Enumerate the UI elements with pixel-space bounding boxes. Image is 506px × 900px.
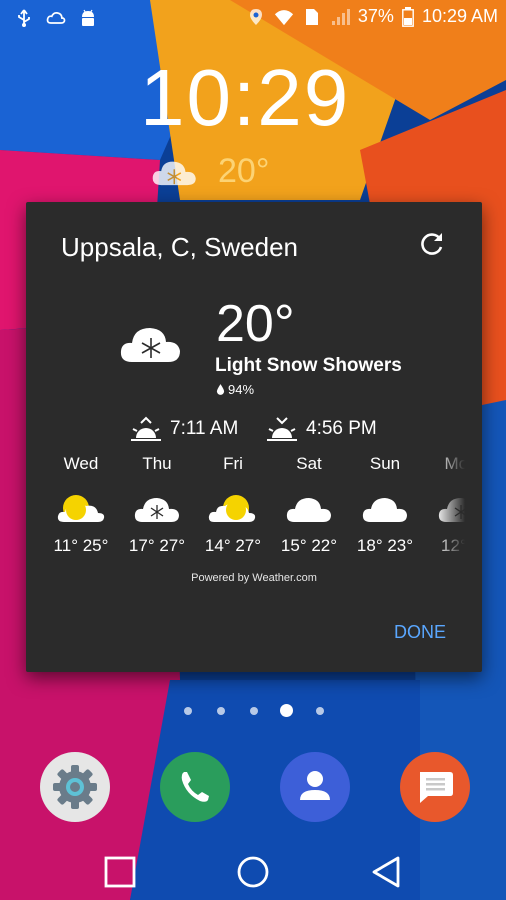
snow-cloud-icon bbox=[134, 498, 179, 522]
location-title: Uppsala, C, Sweden bbox=[61, 232, 299, 262]
forecast-strip[interactable]: Wed 11° 25° Thu 17° 27° Fri 14° 27° Sat … bbox=[43, 454, 465, 574]
recents-button[interactable] bbox=[100, 852, 140, 892]
android-icon bbox=[82, 9, 94, 26]
forecast-day: Sun 18° 23° bbox=[347, 454, 423, 556]
status-bar: 37% 10:29 AM bbox=[0, 0, 506, 36]
forecast-day-name: Fri bbox=[223, 454, 243, 473]
condition-text: Light Snow Showers bbox=[215, 355, 402, 376]
weather-dialog: Uppsala, C, Sweden 20° Light Snow Shower… bbox=[26, 202, 482, 672]
status-icons-left bbox=[14, 8, 98, 28]
battery-percent: 37% bbox=[357, 6, 394, 26]
forecast-day-name: Wed bbox=[63, 454, 99, 473]
humidity-value: 94% bbox=[228, 382, 255, 397]
sun-cloud-icon bbox=[57, 495, 105, 522]
messages-app-icon[interactable] bbox=[400, 752, 470, 822]
sunset-time: 4:56 PM bbox=[306, 418, 377, 439]
status-time: 10:29 AM bbox=[421, 6, 498, 26]
contacts-app-icon[interactable] bbox=[280, 752, 350, 822]
phone-icon bbox=[160, 752, 230, 822]
scroll-fade bbox=[435, 454, 465, 574]
current-temperature: 20° bbox=[216, 295, 295, 353]
settings-app-icon[interactable] bbox=[40, 752, 110, 822]
forecast-temps: 18° 23° bbox=[356, 536, 414, 555]
page-dot bbox=[316, 707, 324, 715]
cloud-icon bbox=[46, 12, 66, 24]
wifi-icon bbox=[274, 9, 293, 25]
humidity: 94% bbox=[216, 382, 254, 397]
forecast-temps: 11° 25° bbox=[53, 536, 109, 555]
gear-icon bbox=[40, 752, 110, 822]
message-icon bbox=[400, 752, 470, 822]
sunset-icon bbox=[267, 417, 297, 441]
page-dot bbox=[250, 707, 258, 715]
home-button[interactable] bbox=[233, 852, 273, 892]
cloud-icon bbox=[286, 498, 331, 522]
usb-icon bbox=[18, 9, 30, 27]
mini-weather-temp: 20° bbox=[218, 152, 270, 190]
location-icon bbox=[249, 8, 262, 25]
sim-icon bbox=[305, 8, 318, 25]
person-icon bbox=[280, 752, 350, 822]
page-dot bbox=[217, 707, 225, 715]
powered-by: Powered by Weather.com bbox=[191, 572, 317, 584]
forecast-temps: 17° 27° bbox=[128, 536, 186, 555]
page-indicator[interactable] bbox=[0, 704, 506, 718]
back-button[interactable] bbox=[366, 852, 406, 892]
droplet-icon bbox=[216, 384, 225, 395]
sunrise: 7:11 AM bbox=[130, 416, 238, 442]
battery-icon bbox=[402, 6, 414, 27]
done-button[interactable]: DONE bbox=[394, 622, 446, 643]
sunset: 4:56 PM bbox=[266, 416, 377, 442]
forecast-day: Fri 14° 27° bbox=[195, 454, 271, 556]
forecast-day: Thu 17° 27° bbox=[119, 454, 195, 556]
cloud-icon bbox=[362, 498, 407, 522]
sunrise-icon bbox=[131, 416, 161, 441]
sunrise-time: 7:11 AM bbox=[170, 418, 239, 439]
forecast-day: Sat 15° 22° bbox=[271, 454, 347, 556]
mini-weather-widget[interactable]: 20° bbox=[150, 152, 269, 191]
sun-cloud-icon bbox=[208, 495, 256, 522]
forecast-temps: 15° 22° bbox=[280, 536, 338, 555]
refresh-icon[interactable] bbox=[418, 230, 446, 258]
navigation-bar bbox=[0, 840, 506, 900]
status-icons-right: 37% 10:29 AM bbox=[246, 6, 498, 27]
forecast-day: Wed 11° 25° bbox=[43, 454, 119, 556]
snow-cloud-icon bbox=[120, 328, 180, 362]
signal-icon bbox=[331, 8, 350, 25]
phone-app-icon[interactable] bbox=[160, 752, 230, 822]
forecast-day-name: Sat bbox=[296, 454, 322, 473]
forecast-day-name: Sun bbox=[369, 454, 401, 473]
page-dot bbox=[184, 707, 192, 715]
snow-cloud-icon bbox=[152, 161, 196, 185]
home-clock[interactable]: 10:29 bbox=[140, 58, 350, 138]
forecast-temps: 14° 27° bbox=[204, 536, 262, 555]
page-dot-active bbox=[280, 704, 293, 717]
forecast-day-name: Thu bbox=[142, 454, 172, 473]
